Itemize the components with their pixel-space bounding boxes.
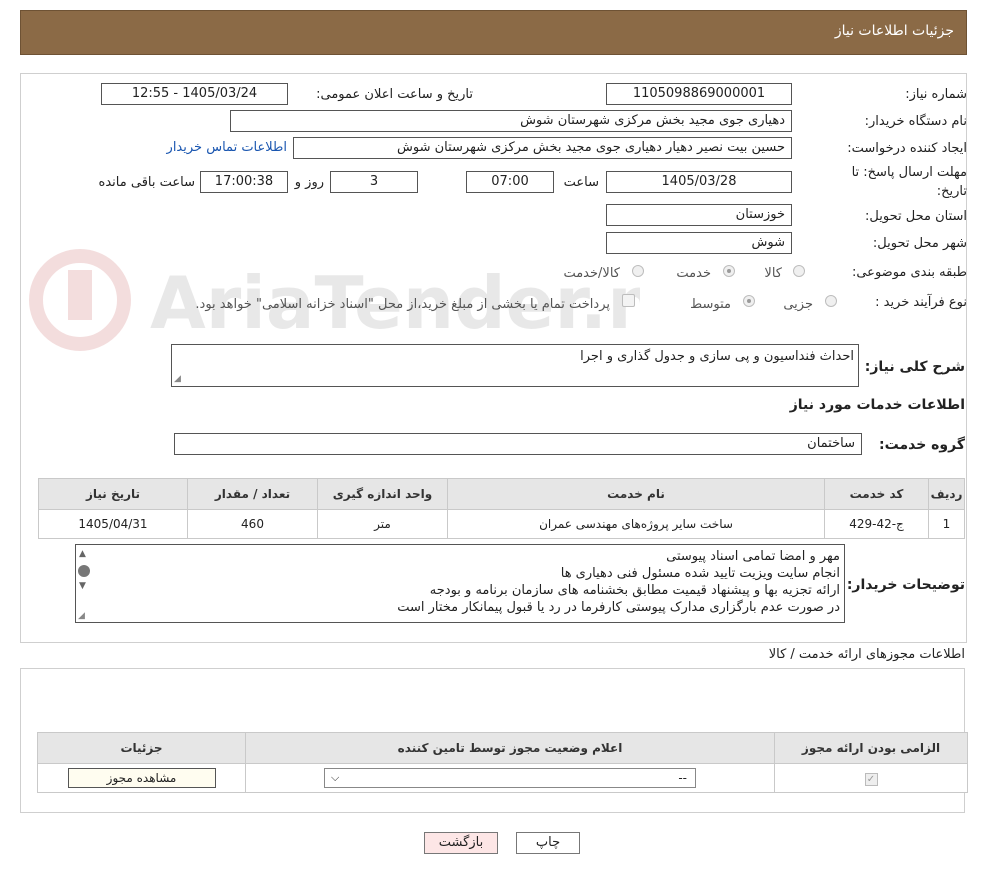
need-number-field: 1105098869000001 (606, 83, 792, 105)
remaining-label: ساعت باقی مانده (98, 175, 195, 190)
permit-required-checkbox[interactable]: ✓ (864, 772, 878, 786)
buyer-notes-label: توضیحات خریدار: (846, 577, 965, 593)
print-button[interactable]: چاپ (516, 832, 580, 854)
permits-section-title: اطلاعات مجوزهای ارائه خدمت / کالا (768, 647, 965, 662)
deadline-date-field: 1405/03/28 (606, 171, 792, 193)
col-unit: واحد اندازه گیری (317, 478, 448, 510)
scroll-up-icon[interactable]: ▲ (79, 549, 86, 559)
buyer-note-line: در صورت عدم بارگزاری مدارک پیوستی کارفرم… (397, 600, 840, 615)
province-field: خوزستان (606, 204, 792, 226)
permit-status-value: -- (678, 771, 687, 785)
category-radio-goods[interactable] (793, 265, 805, 277)
col-quantity: تعداد / مقدار (187, 478, 318, 510)
permits-table: الزامی بودن ارائه مجوز اعلام وضعیت مجوز … (37, 732, 968, 793)
scroll-down-icon[interactable]: ▼ (79, 581, 86, 591)
deadline-time-label: ساعت (563, 175, 599, 190)
category-radio-goods-service[interactable] (632, 265, 644, 277)
category-option-service: خدمت (676, 266, 711, 281)
table-row[interactable]: 1 ج-42-429 ساخت سایر پروژه‌های مهندسی عم… (38, 509, 965, 539)
category-option-goods-service: کالا/خدمت (563, 266, 620, 281)
need-number-label: شماره نیاز: (905, 87, 967, 102)
service-group-field: ساختمان (174, 433, 862, 455)
deadline-time-field: 07:00 (466, 171, 554, 193)
category-label: طبقه بندی موضوعی: (851, 265, 967, 280)
col-permit-required: الزامی بودن ارائه مجوز (774, 732, 968, 764)
service-group-label: گروه خدمت: (879, 437, 965, 453)
resize-grip-icon[interactable]: ◢ (78, 611, 85, 621)
purchase-option-minor: جزیی (783, 297, 813, 312)
category-option-goods: کالا (764, 266, 782, 281)
announce-field: 1405/03/24 - 12:55 (101, 83, 288, 105)
page-header: جزئیات اطلاعات نیاز (20, 10, 967, 55)
purchase-radio-minor[interactable] (825, 295, 837, 307)
buyer-org-field: دهیاری جوی مجید بخش مرکزی شهرستان شوش (230, 110, 792, 132)
cell-permit-details: مشاهده مجوز (37, 763, 246, 793)
buyer-note-line: انجام سایت ویزیت تایید شده مسئول فنی دهی… (560, 566, 840, 581)
general-desc-label: شرح کلی نیاز: (864, 359, 965, 375)
days-label: روز و (294, 175, 324, 190)
back-button[interactable]: بازگشت (424, 832, 498, 854)
city-label: شهر محل تحویل: (872, 236, 967, 251)
general-desc-text: احداث فنداسیون و پی سازی و جدول گذاری و … (580, 349, 854, 364)
resize-grip-icon[interactable]: ◢ (174, 374, 181, 384)
services-table: ردیف کد خدمت نام خدمت واحد اندازه گیری ت… (38, 478, 965, 539)
table-row: ✓ -- ⌵ مشاهده مجوز (37, 763, 968, 793)
scrollbar-thumb[interactable] (78, 565, 90, 577)
announce-label: تاریخ و ساعت اعلان عمومی: (316, 87, 473, 102)
category-radio-service[interactable] (723, 265, 735, 277)
cell-need-date: 1405/04/31 (38, 509, 188, 539)
cell-row: 1 (928, 509, 965, 539)
col-permit-details: جزئیات (37, 732, 246, 764)
purchase-type-label: نوع فرآیند خرید : (875, 295, 967, 310)
cell-permit-status: -- ⌵ (245, 763, 775, 793)
buyer-notes-box[interactable]: مهر و امضا تمامی اسناد پیوستی انجام سایت… (75, 544, 845, 623)
purchase-radio-medium[interactable] (743, 295, 755, 307)
treasury-checkbox[interactable] (622, 294, 635, 307)
buyer-contact-link[interactable]: اطلاعات تماس خریدار (167, 140, 287, 155)
requester-label: ایجاد کننده درخواست: (847, 141, 967, 156)
permit-status-select[interactable]: -- ⌵ (324, 768, 696, 788)
col-service-code: کد خدمت (824, 478, 929, 510)
permits-table-header: الزامی بودن ارائه مجوز اعلام وضعیت مجوز … (37, 732, 968, 764)
buyer-note-line: ارائه تجزیه بها و پیشنهاد قیمیت مطابق بخ… (429, 583, 840, 598)
cell-permit-required: ✓ (774, 763, 968, 793)
province-label: استان محل تحویل: (865, 209, 967, 224)
buyer-org-label: نام دستگاه خریدار: (864, 114, 967, 129)
buyer-note-line: مهر و امضا تمامی اسناد پیوستی (666, 549, 840, 564)
deadline-label: مهلت ارسال پاسخ: تا (851, 165, 967, 180)
col-permit-status: اعلام وضعیت مجوز توسط تامین کننده (245, 732, 775, 764)
col-row: ردیف (928, 478, 965, 510)
col-need-date: تاریخ نیاز (38, 478, 188, 510)
page-title: جزئیات اطلاعات نیاز (834, 23, 954, 39)
remaining-time-field: 17:00:38 (200, 171, 288, 193)
deadline-label-date: تاریخ: (936, 184, 967, 199)
purchase-option-medium: متوسط (690, 297, 731, 312)
col-service-name: نام خدمت (447, 478, 825, 510)
cell-unit: متر (317, 509, 448, 539)
services-section-title: اطلاعات خدمات مورد نیاز (789, 397, 965, 413)
cell-quantity: 460 (187, 509, 318, 539)
treasury-note: پرداخت تمام یا بخشی از مبلغ خرید،از محل … (195, 297, 610, 312)
days-field: 3 (330, 171, 418, 193)
requester-field: حسین بیت نصیر دهیار دهیاری جوی مجید بخش … (293, 137, 792, 159)
cell-service-code: ج-42-429 (824, 509, 929, 539)
general-desc-box: احداث فنداسیون و پی سازی و جدول گذاری و … (171, 344, 859, 387)
city-field: شوش (606, 232, 792, 254)
services-table-header: ردیف کد خدمت نام خدمت واحد اندازه گیری ت… (38, 478, 965, 510)
cell-service-name: ساخت سایر پروژه‌های مهندسی عمران (447, 509, 825, 539)
view-permit-button[interactable]: مشاهده مجوز (67, 768, 216, 788)
chevron-down-icon: ⌵ (331, 771, 340, 784)
